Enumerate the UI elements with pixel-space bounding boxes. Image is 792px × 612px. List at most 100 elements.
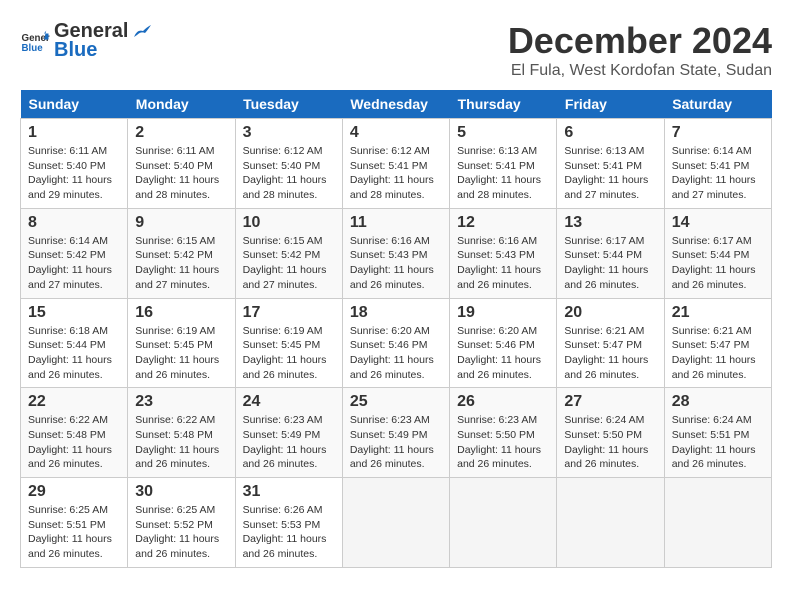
day-cell: 27 Sunrise: 6:24 AM Sunset: 5:50 PM Dayl… <box>557 388 664 478</box>
day-info: Sunrise: 6:12 AM Sunset: 5:41 PM Dayligh… <box>350 144 442 203</box>
day-cell: 24 Sunrise: 6:23 AM Sunset: 5:49 PM Dayl… <box>235 388 342 478</box>
logo: General Blue General Blue <box>20 20 152 62</box>
day-number: 22 <box>28 393 120 411</box>
title-area: December 2024 El Fula, West Kordofan Sta… <box>508 20 772 80</box>
days-header-row: SundayMondayTuesdayWednesdayThursdayFrid… <box>21 90 772 119</box>
day-cell <box>664 478 771 568</box>
day-number: 9 <box>135 214 227 232</box>
day-number: 6 <box>564 124 656 142</box>
week-row-5: 29 Sunrise: 6:25 AM Sunset: 5:51 PM Dayl… <box>21 478 772 568</box>
day-info: Sunrise: 6:19 AM Sunset: 5:45 PM Dayligh… <box>135 324 227 383</box>
day-header-tuesday: Tuesday <box>235 90 342 119</box>
day-number: 24 <box>243 393 335 411</box>
day-cell: 1 Sunrise: 6:11 AM Sunset: 5:40 PM Dayli… <box>21 119 128 209</box>
day-number: 10 <box>243 214 335 232</box>
day-number: 3 <box>243 124 335 142</box>
day-number: 29 <box>28 483 120 501</box>
day-header-friday: Friday <box>557 90 664 119</box>
day-cell: 20 Sunrise: 6:21 AM Sunset: 5:47 PM Dayl… <box>557 298 664 388</box>
day-info: Sunrise: 6:23 AM Sunset: 5:50 PM Dayligh… <box>457 413 549 472</box>
month-title: December 2024 <box>508 20 772 62</box>
day-cell: 11 Sunrise: 6:16 AM Sunset: 5:43 PM Dayl… <box>342 208 449 298</box>
day-info: Sunrise: 6:16 AM Sunset: 5:43 PM Dayligh… <box>457 234 549 293</box>
day-info: Sunrise: 6:13 AM Sunset: 5:41 PM Dayligh… <box>457 144 549 203</box>
day-number: 16 <box>135 304 227 322</box>
day-number: 4 <box>350 124 442 142</box>
day-number: 5 <box>457 124 549 142</box>
day-cell: 5 Sunrise: 6:13 AM Sunset: 5:41 PM Dayli… <box>450 119 557 209</box>
day-info: Sunrise: 6:20 AM Sunset: 5:46 PM Dayligh… <box>350 324 442 383</box>
day-info: Sunrise: 6:17 AM Sunset: 5:44 PM Dayligh… <box>564 234 656 293</box>
day-number: 31 <box>243 483 335 501</box>
day-cell: 14 Sunrise: 6:17 AM Sunset: 5:44 PM Dayl… <box>664 208 771 298</box>
day-number: 17 <box>243 304 335 322</box>
day-cell: 21 Sunrise: 6:21 AM Sunset: 5:47 PM Dayl… <box>664 298 771 388</box>
day-info: Sunrise: 6:11 AM Sunset: 5:40 PM Dayligh… <box>135 144 227 203</box>
day-info: Sunrise: 6:23 AM Sunset: 5:49 PM Dayligh… <box>243 413 335 472</box>
day-cell: 31 Sunrise: 6:26 AM Sunset: 5:53 PM Dayl… <box>235 478 342 568</box>
day-cell: 16 Sunrise: 6:19 AM Sunset: 5:45 PM Dayl… <box>128 298 235 388</box>
day-cell: 10 Sunrise: 6:15 AM Sunset: 5:42 PM Dayl… <box>235 208 342 298</box>
day-number: 14 <box>672 214 764 232</box>
day-cell: 19 Sunrise: 6:20 AM Sunset: 5:46 PM Dayl… <box>450 298 557 388</box>
header: General Blue General Blue December 2024 … <box>20 20 772 80</box>
day-header-saturday: Saturday <box>664 90 771 119</box>
day-cell: 6 Sunrise: 6:13 AM Sunset: 5:41 PM Dayli… <box>557 119 664 209</box>
day-info: Sunrise: 6:13 AM Sunset: 5:41 PM Dayligh… <box>564 144 656 203</box>
day-cell: 22 Sunrise: 6:22 AM Sunset: 5:48 PM Dayl… <box>21 388 128 478</box>
logo-bird-icon <box>129 23 151 41</box>
day-cell: 13 Sunrise: 6:17 AM Sunset: 5:44 PM Dayl… <box>557 208 664 298</box>
logo-icon: General Blue <box>20 26 50 56</box>
day-cell: 25 Sunrise: 6:23 AM Sunset: 5:49 PM Dayl… <box>342 388 449 478</box>
day-info: Sunrise: 6:22 AM Sunset: 5:48 PM Dayligh… <box>135 413 227 472</box>
day-info: Sunrise: 6:16 AM Sunset: 5:43 PM Dayligh… <box>350 234 442 293</box>
day-cell: 3 Sunrise: 6:12 AM Sunset: 5:40 PM Dayli… <box>235 119 342 209</box>
day-number: 21 <box>672 304 764 322</box>
day-info: Sunrise: 6:14 AM Sunset: 5:42 PM Dayligh… <box>28 234 120 293</box>
day-cell <box>342 478 449 568</box>
day-info: Sunrise: 6:26 AM Sunset: 5:53 PM Dayligh… <box>243 503 335 562</box>
day-cell: 12 Sunrise: 6:16 AM Sunset: 5:43 PM Dayl… <box>450 208 557 298</box>
day-number: 12 <box>457 214 549 232</box>
day-info: Sunrise: 6:21 AM Sunset: 5:47 PM Dayligh… <box>672 324 764 383</box>
day-header-wednesday: Wednesday <box>342 90 449 119</box>
day-cell: 30 Sunrise: 6:25 AM Sunset: 5:52 PM Dayl… <box>128 478 235 568</box>
day-number: 13 <box>564 214 656 232</box>
day-info: Sunrise: 6:15 AM Sunset: 5:42 PM Dayligh… <box>135 234 227 293</box>
day-number: 19 <box>457 304 549 322</box>
day-cell: 9 Sunrise: 6:15 AM Sunset: 5:42 PM Dayli… <box>128 208 235 298</box>
day-number: 2 <box>135 124 227 142</box>
day-cell: 28 Sunrise: 6:24 AM Sunset: 5:51 PM Dayl… <box>664 388 771 478</box>
day-number: 20 <box>564 304 656 322</box>
day-info: Sunrise: 6:18 AM Sunset: 5:44 PM Dayligh… <box>28 324 120 383</box>
day-info: Sunrise: 6:14 AM Sunset: 5:41 PM Dayligh… <box>672 144 764 203</box>
day-info: Sunrise: 6:20 AM Sunset: 5:46 PM Dayligh… <box>457 324 549 383</box>
day-info: Sunrise: 6:24 AM Sunset: 5:50 PM Dayligh… <box>564 413 656 472</box>
week-row-3: 15 Sunrise: 6:18 AM Sunset: 5:44 PM Dayl… <box>21 298 772 388</box>
day-cell: 7 Sunrise: 6:14 AM Sunset: 5:41 PM Dayli… <box>664 119 771 209</box>
day-header-thursday: Thursday <box>450 90 557 119</box>
day-cell: 4 Sunrise: 6:12 AM Sunset: 5:41 PM Dayli… <box>342 119 449 209</box>
day-number: 25 <box>350 393 442 411</box>
week-row-4: 22 Sunrise: 6:22 AM Sunset: 5:48 PM Dayl… <box>21 388 772 478</box>
day-header-sunday: Sunday <box>21 90 128 119</box>
day-cell: 26 Sunrise: 6:23 AM Sunset: 5:50 PM Dayl… <box>450 388 557 478</box>
day-cell: 17 Sunrise: 6:19 AM Sunset: 5:45 PM Dayl… <box>235 298 342 388</box>
day-cell: 23 Sunrise: 6:22 AM Sunset: 5:48 PM Dayl… <box>128 388 235 478</box>
day-info: Sunrise: 6:21 AM Sunset: 5:47 PM Dayligh… <box>564 324 656 383</box>
day-info: Sunrise: 6:25 AM Sunset: 5:51 PM Dayligh… <box>28 503 120 562</box>
day-info: Sunrise: 6:15 AM Sunset: 5:42 PM Dayligh… <box>243 234 335 293</box>
day-info: Sunrise: 6:24 AM Sunset: 5:51 PM Dayligh… <box>672 413 764 472</box>
calendar-table: SundayMondayTuesdayWednesdayThursdayFrid… <box>20 90 772 568</box>
day-number: 30 <box>135 483 227 501</box>
day-number: 15 <box>28 304 120 322</box>
day-cell <box>450 478 557 568</box>
day-cell: 18 Sunrise: 6:20 AM Sunset: 5:46 PM Dayl… <box>342 298 449 388</box>
day-cell: 15 Sunrise: 6:18 AM Sunset: 5:44 PM Dayl… <box>21 298 128 388</box>
day-info: Sunrise: 6:19 AM Sunset: 5:45 PM Dayligh… <box>243 324 335 383</box>
day-cell <box>557 478 664 568</box>
day-info: Sunrise: 6:22 AM Sunset: 5:48 PM Dayligh… <box>28 413 120 472</box>
day-info: Sunrise: 6:23 AM Sunset: 5:49 PM Dayligh… <box>350 413 442 472</box>
day-number: 7 <box>672 124 764 142</box>
day-number: 23 <box>135 393 227 411</box>
